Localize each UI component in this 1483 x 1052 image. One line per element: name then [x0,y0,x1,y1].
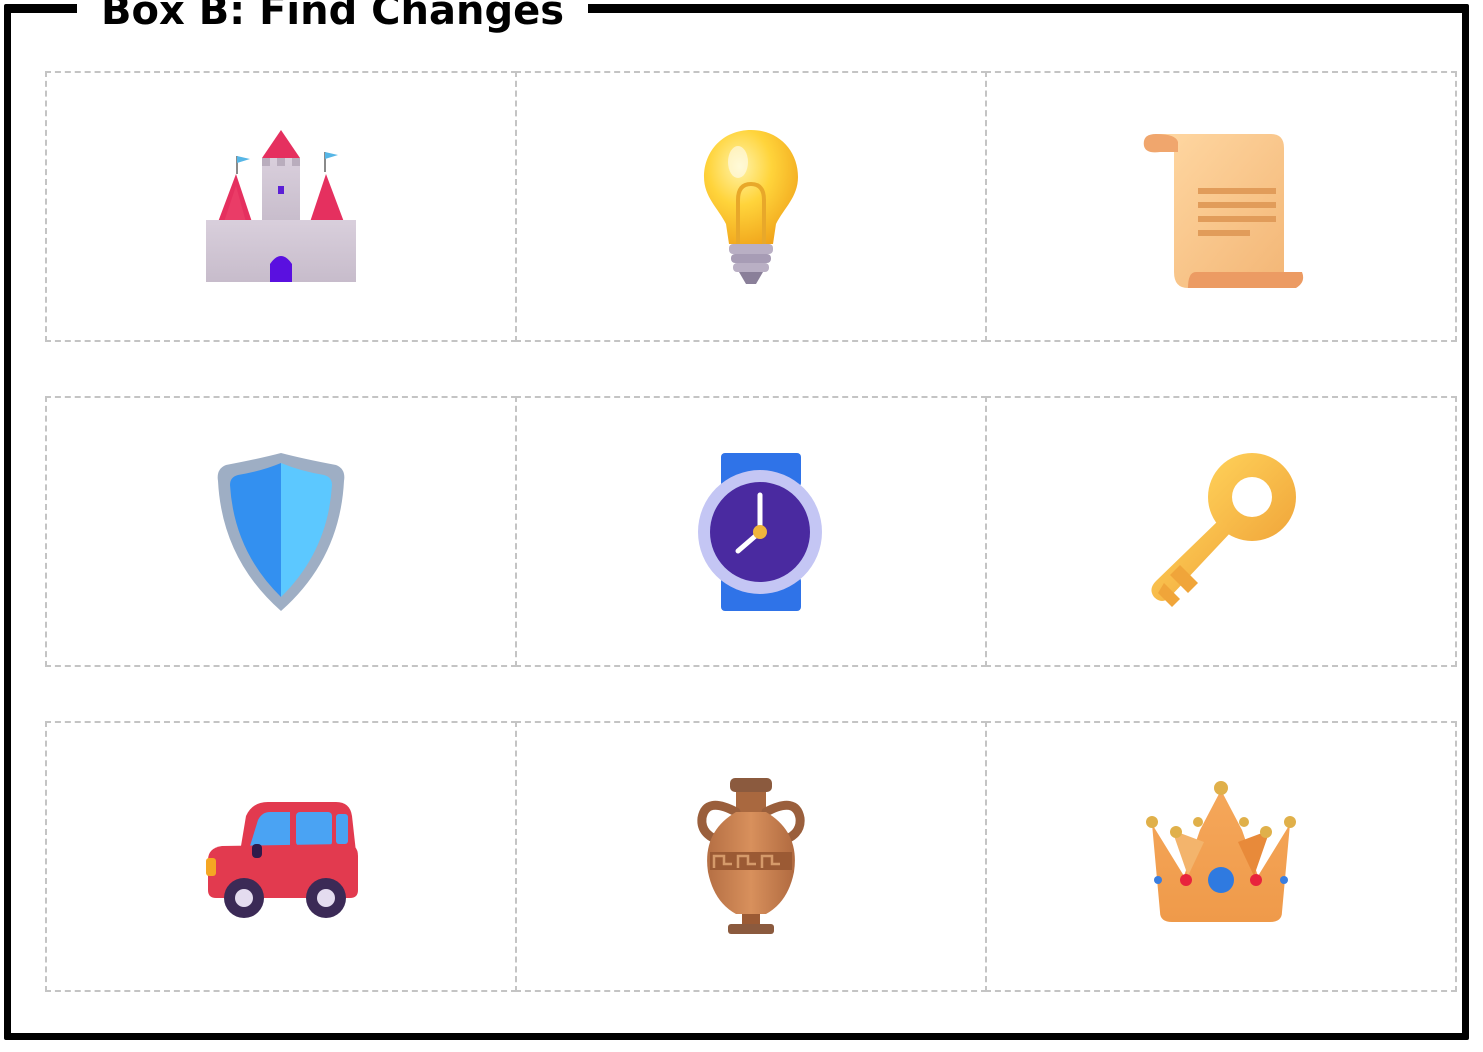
wristwatch-icon [698,452,822,611]
grid-cell-wristwatch[interactable] [515,396,987,667]
grid-cell-crown[interactable] [985,721,1457,992]
car-icon [206,801,358,918]
key-icon [1151,452,1296,607]
grid-cell-light-bulb[interactable] [515,71,987,342]
find-changes-box: Box B: Find Changes [4,0,1469,1040]
grid-cell-car[interactable] [45,721,517,992]
box-title: Box B: Find Changes [77,0,589,31]
crown-icon [1146,780,1296,922]
grid-cell-scroll[interactable] [985,71,1457,342]
icon-grid [45,71,1457,992]
grid-cell-key[interactable] [985,396,1457,667]
grid-cell-castle[interactable] [45,71,517,342]
amphora-icon [697,777,805,934]
light-bulb-icon [704,129,798,284]
grid-cell-amphora[interactable] [515,721,987,992]
castle-icon [206,129,356,282]
shield-icon [217,452,345,611]
scroll-icon [1143,133,1304,288]
grid-cell-shield[interactable] [45,396,517,667]
